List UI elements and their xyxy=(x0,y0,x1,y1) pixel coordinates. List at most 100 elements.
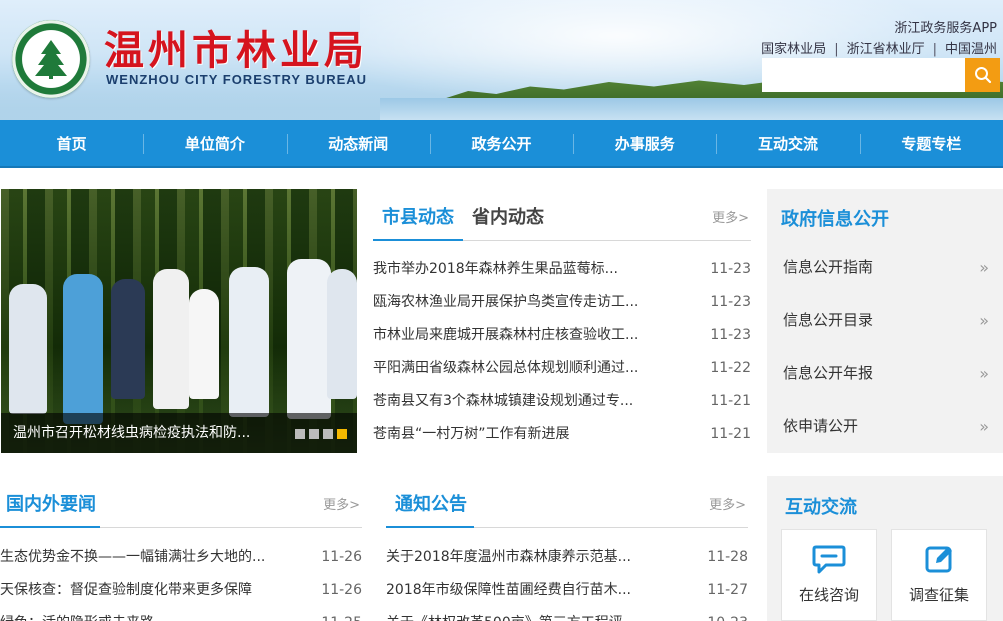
notices-header: 通知公告 更多> xyxy=(386,476,748,528)
news-date: 11-26 xyxy=(321,549,362,565)
news-link[interactable]: 我市举办2018年森林养生果品蓝莓标... xyxy=(373,253,673,286)
top-links: 浙江政务服务APP 国家林业局 | 浙江省林业厅 | 中国温州 xyxy=(761,18,997,60)
gov-info-item[interactable]: 依申请公开 » xyxy=(767,400,1003,453)
double-chevron-right-icon: » xyxy=(979,364,989,383)
list-item: 天保核查：督促查验制度化带来更多保障 11-26 xyxy=(0,574,362,607)
county-news-more-link[interactable]: 更多> xyxy=(712,207,749,226)
domestic-news-header: 国内外要闻 更多> xyxy=(0,476,362,528)
gov-info-item[interactable]: 信息公开年报 » xyxy=(767,347,1003,400)
list-item: 苍南县又有3个森林城镇建设规划通过专... 11-21 xyxy=(373,385,751,418)
slide-dot-4[interactable] xyxy=(337,429,347,439)
gov-info-item[interactable]: 信息公开目录 » xyxy=(767,294,1003,347)
county-news-header: 市县动态 省内动态 更多> xyxy=(373,189,751,241)
double-chevron-right-icon: » xyxy=(979,417,989,436)
news-slideshow[interactable]: 温州市召开松材线虫病检疫执法和防... xyxy=(1,189,357,453)
slide-figure xyxy=(63,274,103,424)
list-item: 我市举办2018年森林养生果品蓝莓标... 11-23 xyxy=(373,253,751,286)
news-link[interactable]: 绿色：活的隐形或未来路 xyxy=(0,607,280,621)
provincial-forestry-link[interactable]: 浙江省林业厅 xyxy=(847,42,925,57)
nav-news[interactable]: 动态新闻 xyxy=(286,120,430,166)
list-item: 关于《林权改革500亩》第三方工程评... 10-23 xyxy=(386,607,748,621)
header-lake xyxy=(380,98,1003,120)
slide-dot-2[interactable] xyxy=(309,429,319,439)
list-item: 市林业局来鹿城开展森林村庄核查验收工... 11-23 xyxy=(373,319,751,352)
search-button[interactable] xyxy=(965,58,1000,92)
nav-topics[interactable]: 专题专栏 xyxy=(859,120,1003,166)
national-forestry-link[interactable]: 国家林业局 xyxy=(761,42,826,57)
notice-link[interactable]: 关于《林权改革500亩》第三方工程评... xyxy=(386,607,671,621)
gov-info-list: 信息公开指南 » 信息公开目录 » 信息公开年报 » 依申请公开 » xyxy=(767,241,1003,453)
news-date: 11-21 xyxy=(710,426,751,442)
notice-date: 11-28 xyxy=(707,549,748,565)
tab-county-news[interactable]: 市县动态 xyxy=(382,203,454,229)
search-input[interactable] xyxy=(762,58,965,92)
nav-about[interactable]: 单位简介 xyxy=(143,120,286,166)
news-date: 11-25 xyxy=(321,607,362,621)
search-icon xyxy=(974,67,991,84)
gov-info-item[interactable]: 信息公开指南 » xyxy=(767,241,1003,294)
online-consult-label: 在线咨询 xyxy=(798,586,859,604)
news-link[interactable]: 瓯海农林渔业局开展保护鸟类宣传走访工... xyxy=(373,286,673,319)
double-chevron-right-icon: » xyxy=(979,311,989,330)
news-date: 11-23 xyxy=(710,327,751,343)
gov-info-panel: 政府信息公开 信息公开指南 » 信息公开目录 » 信息公开年报 » 依申请公开 » xyxy=(767,189,1003,453)
notices-title[interactable]: 通知公告 xyxy=(395,490,467,516)
active-tab-underline xyxy=(0,526,100,528)
notice-date: 11-27 xyxy=(707,582,748,598)
list-item: 绿色：活的隐形或未来路 11-25 xyxy=(0,607,362,621)
tab-province-news[interactable]: 省内动态 xyxy=(472,203,544,229)
pine-tree-icon xyxy=(35,40,67,79)
slide-figure xyxy=(327,269,357,399)
nav-gov-affairs[interactable]: 政务公开 xyxy=(429,120,573,166)
gov-info-label: 依申请公开 xyxy=(783,417,859,435)
notice-date: 10-23 xyxy=(707,607,748,621)
notice-link[interactable]: 2018年市级保障性苗圃经费自行苗木... xyxy=(386,574,671,607)
slide-figure xyxy=(229,267,269,417)
list-item: 瓯海农林渔业局开展保护鸟类宣传走访工... 11-23 xyxy=(373,286,751,319)
double-chevron-right-icon: » xyxy=(979,258,989,277)
news-date: 11-22 xyxy=(710,360,751,376)
slide-dot-1[interactable] xyxy=(295,429,305,439)
zhejiang-gov-app-link[interactable]: 浙江政务服务APP xyxy=(894,21,997,36)
news-link[interactable]: 生态优势金不换——一幅铺满壮乡大地的... xyxy=(0,541,280,574)
news-date: 11-23 xyxy=(710,261,751,277)
county-news-list: 我市举办2018年森林养生果品蓝莓标... 11-23 瓯海农林渔业局开展保护鸟类… xyxy=(373,253,751,451)
notice-link[interactable]: 关于2018年度温州市森林康养示范基... xyxy=(386,541,671,574)
active-tab-underline xyxy=(373,239,463,241)
domestic-news-title[interactable]: 国内外要闻 xyxy=(6,490,96,516)
news-link[interactable]: 天保核查：督促查验制度化带来更多保障 xyxy=(0,574,280,607)
interaction-title: 互动交流 xyxy=(785,497,857,518)
online-consult-button[interactable]: 在线咨询 xyxy=(781,529,877,621)
nav-home[interactable]: 首页 xyxy=(0,120,143,166)
survey-button[interactable]: 调查征集 xyxy=(891,529,987,621)
bureau-logo-emblem[interactable] xyxy=(12,20,90,98)
slide-figure xyxy=(111,279,145,399)
news-date: 11-23 xyxy=(710,294,751,310)
news-link[interactable]: 市林业局来鹿城开展森林村庄核查验收工... xyxy=(373,319,673,352)
list-item: 生态优势金不换——一幅铺满壮乡大地的... 11-26 xyxy=(0,541,362,574)
domestic-news-more-link[interactable]: 更多> xyxy=(323,494,360,513)
nav-services[interactable]: 办事服务 xyxy=(573,120,716,166)
china-wenzhou-link[interactable]: 中国温州 xyxy=(945,42,997,57)
site-header: 温州市林业局 WENZHOU CITY FORESTRY BUREAU 浙江政务… xyxy=(0,0,1003,120)
notices-more-link[interactable]: 更多> xyxy=(709,494,746,513)
slide-figure xyxy=(153,269,189,409)
news-link[interactable]: 苍南县又有3个森林城镇建设规划通过专... xyxy=(373,385,673,418)
edit-icon xyxy=(925,546,952,573)
news-link[interactable]: 平阳满田省级森林公园总体规划顺利通过... xyxy=(373,352,673,385)
gov-info-title: 政府信息公开 xyxy=(781,209,889,230)
site-subtitle: WENZHOU CITY FORESTRY BUREAU xyxy=(106,72,368,87)
slide-pager xyxy=(295,429,347,439)
slide-dot-3[interactable] xyxy=(323,429,333,439)
nav-interaction[interactable]: 互动交流 xyxy=(716,120,859,166)
slide-figure xyxy=(287,259,331,419)
interaction-panel: 互动交流 在线咨询 调查征集 xyxy=(767,476,1003,621)
news-link[interactable]: 苍南县“一村万树”工作有新进展 xyxy=(373,418,673,451)
active-tab-underline xyxy=(386,526,474,528)
list-item: 2018年市级保障性苗圃经费自行苗木... 11-27 xyxy=(386,574,748,607)
list-item: 平阳满田省级森林公园总体规划顺利通过... 11-22 xyxy=(373,352,751,385)
list-item: 苍南县“一村万树”工作有新进展 11-21 xyxy=(373,418,751,451)
list-item: 关于2018年度温州市森林康养示范基... 11-28 xyxy=(386,541,748,574)
domestic-news-list: 生态优势金不换——一幅铺满壮乡大地的... 11-26 天保核查：督促查验制度化带… xyxy=(0,541,362,621)
slide-caption-text: 温州市召开松材线虫病检疫执法和防... xyxy=(13,425,251,441)
